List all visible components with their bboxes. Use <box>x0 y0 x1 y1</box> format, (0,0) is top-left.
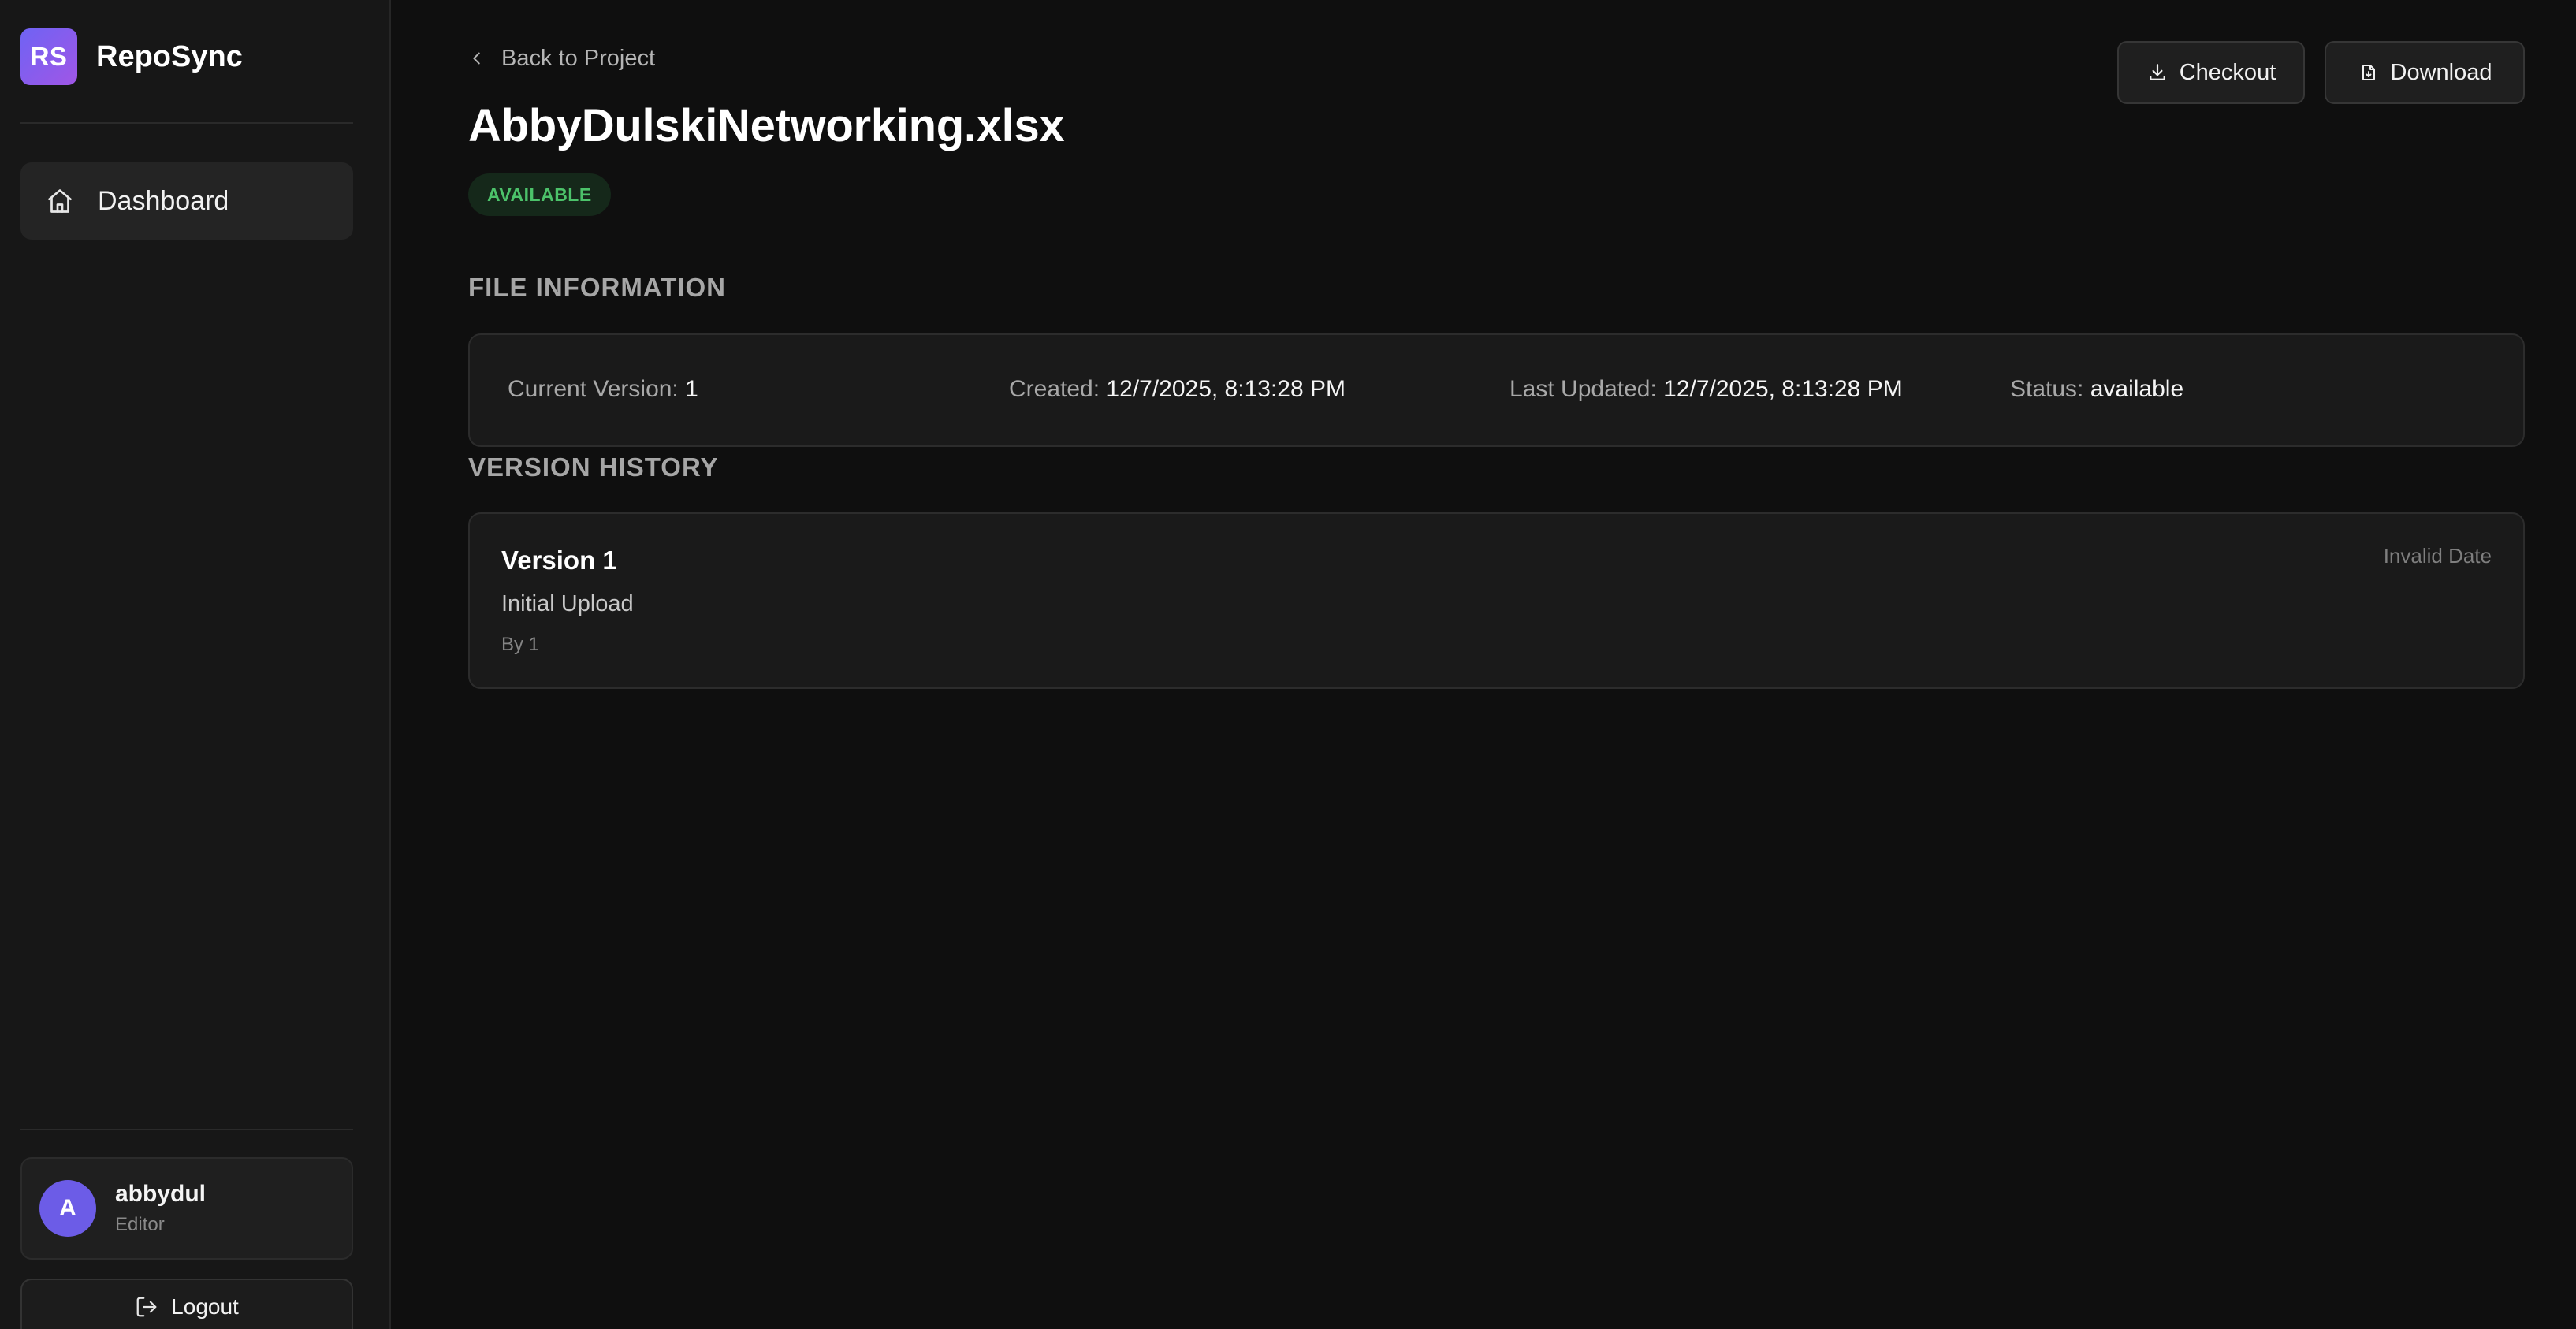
file-download-icon <box>2358 61 2380 84</box>
user-card[interactable]: A abbydul Editor <box>20 1157 353 1260</box>
checkout-button[interactable]: Checkout <box>2117 41 2305 104</box>
download-button[interactable]: Download <box>2325 41 2525 104</box>
version-message: Initial Upload <box>501 591 634 616</box>
status-badge: AVAILABLE <box>468 173 611 216</box>
sidebar-divider-bottom <box>20 1129 353 1130</box>
version-card[interactable]: Version 1 Initial Upload By 1 Invalid Da… <box>468 512 2525 689</box>
last-updated-field: Last Updated: 12/7/2025, 8:13:28 PM <box>1509 376 1903 403</box>
sidebar-item-dashboard[interactable]: Dashboard <box>20 162 353 240</box>
field-value: 12/7/2025, 8:13:28 PM <box>1106 376 1346 402</box>
field-value: 12/7/2025, 8:13:28 PM <box>1663 376 1903 402</box>
download-label: Download <box>2390 59 2492 85</box>
avatar: A <box>39 1180 96 1237</box>
field-value: available <box>2090 376 2184 402</box>
current-version-field: Current Version: 1 <box>508 376 698 403</box>
logout-label: Logout <box>171 1294 239 1319</box>
created-field: Created: 12/7/2025, 8:13:28 PM <box>1009 376 1346 403</box>
app-root: RS RepoSync Dashboard A abbydul Editor L… <box>0 0 2576 1329</box>
status-field: Status: available <box>2010 376 2183 403</box>
field-label: Status: <box>2010 376 2084 402</box>
version-date: Invalid Date <box>2383 544 2492 568</box>
version-author: By 1 <box>501 634 540 655</box>
page-title: AbbyDulskiNetworking.xlsx <box>468 100 1065 151</box>
field-label: Current Version: <box>508 376 679 402</box>
file-information-card: Current Version: 1 Created: 12/7/2025, 8… <box>468 333 2525 447</box>
field-value: 1 <box>685 376 698 402</box>
field-label: Created: <box>1009 376 1100 402</box>
brand-logo: RS <box>20 28 77 85</box>
home-icon <box>44 185 76 217</box>
sidebar: RS RepoSync Dashboard A abbydul Editor L… <box>0 0 391 1329</box>
back-link-label: Back to Project <box>501 45 656 71</box>
user-name: abbydul <box>115 1181 207 1207</box>
logout-button[interactable]: Logout <box>20 1279 353 1329</box>
version-history-heading: VERSION HISTORY <box>468 452 719 482</box>
logout-icon <box>135 1294 160 1320</box>
file-information-heading: FILE INFORMATION <box>468 273 727 302</box>
download-arrow-icon <box>2146 61 2168 84</box>
user-role: Editor <box>115 1214 165 1235</box>
user-meta: abbydul Editor <box>115 1181 206 1236</box>
main-content: Back to Project AbbyDulskiNetworking.xls… <box>393 0 2576 1329</box>
sidebar-item-label: Dashboard <box>98 185 229 216</box>
version-title: Version 1 <box>501 545 617 575</box>
checkout-label: Checkout <box>2179 59 2276 85</box>
brand-name: RepoSync <box>96 39 243 73</box>
brand[interactable]: RS RepoSync <box>20 28 243 85</box>
sidebar-divider-top <box>20 122 353 124</box>
chevron-left-icon <box>468 43 490 74</box>
back-to-project-link[interactable]: Back to Project <box>468 43 655 74</box>
field-label: Last Updated: <box>1509 376 1657 402</box>
